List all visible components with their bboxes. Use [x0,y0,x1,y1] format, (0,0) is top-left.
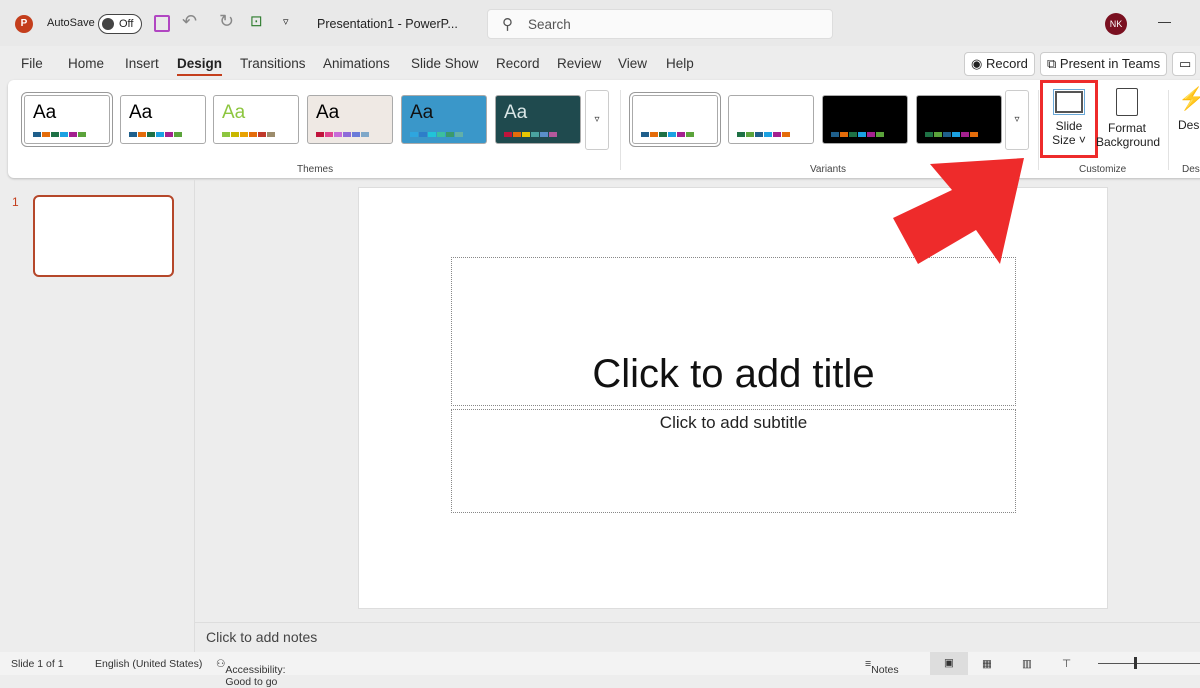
status-bar: Slide 1 of 1 English (United States) ⚇ A… [0,652,1200,688]
red-arrow-annotation [893,158,1024,264]
slide-count: Slide 1 of 1 [11,658,64,670]
slide-sorter-icon[interactable]: ▦ [982,658,992,670]
language-status[interactable]: English (United States) [95,658,202,670]
notes-button[interactable]: ≡ Notes [865,658,899,676]
reading-view-icon[interactable]: ▥ [1022,658,1032,670]
zoom-slider[interactable] [1098,657,1200,669]
arrow-shape [893,158,1024,264]
notes-pane[interactable]: Click to add notes [195,622,1200,651]
slide-show-icon[interactable]: ⊤ [1062,658,1071,670]
accessibility-status[interactable]: ⚇ Accessibility: Good to go [216,658,286,688]
normal-view-icon[interactable]: ▣ [930,652,968,675]
